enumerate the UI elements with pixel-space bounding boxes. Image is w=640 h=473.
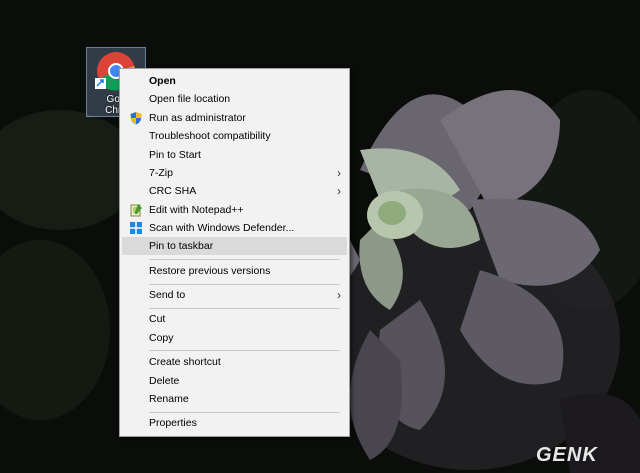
menu-item-7zip[interactable]: 7-Zip ›	[122, 164, 347, 182]
menu-separator	[149, 350, 340, 351]
menu-item-crc-sha[interactable]: CRC SHA ›	[122, 182, 347, 200]
submenu-arrow-icon: ›	[337, 288, 341, 302]
context-menu: Open Open file location Run as administr…	[119, 68, 350, 437]
menu-item-pin-to-taskbar[interactable]: Pin to taskbar	[122, 237, 347, 255]
menu-item-pin-to-start[interactable]: Pin to Start	[122, 146, 347, 164]
menu-item-scan-defender[interactable]: Scan with Windows Defender...	[122, 219, 347, 237]
menu-item-edit-notepadpp[interactable]: Edit with Notepad++	[122, 201, 347, 219]
menu-item-send-to[interactable]: Send to ›	[122, 286, 347, 304]
genk-watermark-logo: GENK	[536, 444, 598, 466]
menu-item-open-file-location[interactable]: Open file location	[122, 90, 347, 108]
menu-item-cut[interactable]: Cut	[122, 310, 347, 328]
menu-item-copy[interactable]: Copy	[122, 329, 347, 347]
menu-item-open[interactable]: Open	[122, 72, 347, 90]
menu-item-delete[interactable]: Delete	[122, 372, 347, 390]
menu-item-properties[interactable]: Properties	[122, 414, 347, 432]
menu-item-create-shortcut[interactable]: Create shortcut	[122, 353, 347, 371]
menu-separator	[149, 259, 340, 260]
menu-item-rename[interactable]: Rename	[122, 390, 347, 408]
submenu-arrow-icon: ›	[337, 184, 341, 198]
menu-item-troubleshoot-compatibility[interactable]: Troubleshoot compatibility	[122, 127, 347, 145]
windows-defender-icon	[130, 222, 142, 234]
menu-separator	[149, 308, 340, 309]
menu-item-restore-previous-versions[interactable]: Restore previous versions	[122, 262, 347, 280]
submenu-arrow-icon: ›	[337, 166, 341, 180]
menu-separator	[149, 412, 340, 413]
menu-separator	[149, 284, 340, 285]
notepadpp-icon	[130, 204, 142, 217]
uac-shield-icon	[130, 112, 142, 125]
menu-item-run-as-administrator[interactable]: Run as administrator	[122, 109, 347, 127]
